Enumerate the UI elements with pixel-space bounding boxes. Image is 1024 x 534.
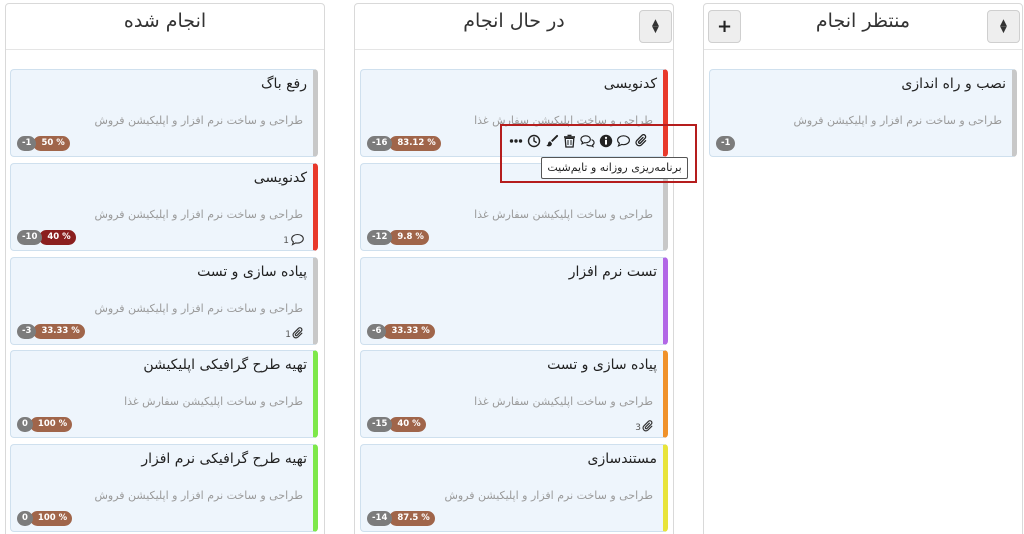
card-project: طراحی و ساخت اپلیکیشن سفارش غذا xyxy=(474,208,653,221)
progress-badge: 9.8 % xyxy=(389,230,429,245)
paperclip-icon xyxy=(292,327,305,340)
progress-badge: 40 % xyxy=(39,230,76,245)
comment-icon xyxy=(290,233,305,246)
task-card[interactable]: پیاده سازی و تست طراحی و ساخت نرم افزار … xyxy=(10,257,318,345)
column-header: انجام شده xyxy=(6,4,324,50)
tooltip: برنامه‌ریزی روزانه و تایم‌شیت xyxy=(541,157,688,179)
column-title: انجام شده xyxy=(123,10,207,32)
card-title: کدنویسی xyxy=(253,170,307,186)
card-title: نصب و راه اندازی xyxy=(901,76,1006,92)
card-badges: -15 40 % xyxy=(367,417,426,432)
attachment-count: 3 xyxy=(635,423,641,433)
sort-button[interactable]: ▲ ▼ xyxy=(639,10,672,43)
paperclip-icon xyxy=(642,420,655,433)
task-card[interactable]: تهیه طرح گرافیکی اپلیکیشن طراحی و ساخت ا… xyxy=(10,350,318,438)
card-title: تهیه طرح گرافیکی نرم افزار xyxy=(141,451,307,467)
card-badges: -10 40 % xyxy=(17,230,76,245)
progress-badge: 50 % xyxy=(33,136,70,151)
progress-badge: 100 % xyxy=(29,511,73,526)
card-project: طراحی و ساخت نرم افزار و اپلیکیشن فروش xyxy=(94,489,303,502)
card-badges: -1 50 % xyxy=(17,136,70,151)
days-badge: 0 xyxy=(17,417,33,432)
card-project: طراحی و ساخت نرم افزار و اپلیکیشن فروش xyxy=(94,302,303,315)
card-title: تهیه طرح گرافیکی اپلیکیشن xyxy=(143,357,307,373)
card-title: پیاده سازی و تست xyxy=(197,264,307,280)
card-meta: 1 xyxy=(285,327,305,340)
column-title: در حال انجام xyxy=(463,10,565,32)
days-badge: -3 xyxy=(17,324,37,339)
sort-icon: ▲ ▼ xyxy=(652,17,659,35)
card-badges: -12 9.8 % xyxy=(367,230,429,245)
progress-badge: 83.12 % xyxy=(389,136,441,151)
column-header: در حال انجام ▲ ▼ xyxy=(355,4,673,50)
card-badges: -6 33.33 % xyxy=(367,324,435,339)
progress-badge: 33.33 % xyxy=(383,324,435,339)
card-project: طراحی و ساخت اپلیکیشن سفارش غذا xyxy=(124,395,303,408)
task-card[interactable]: رفع باگ طراحی و ساخت نرم افزار و اپلیکیش… xyxy=(10,69,318,157)
task-card[interactable]: مستندسازی طراحی و ساخت نرم افزار و اپلیک… xyxy=(360,444,668,532)
card-badges: 0 100 % xyxy=(17,417,73,432)
card-meta: 1 xyxy=(283,233,305,246)
column-header: منتظر انجام + ▲ ▼ xyxy=(704,4,1022,50)
add-task-button[interactable]: + xyxy=(708,10,741,43)
days-badge: -10 xyxy=(17,230,43,245)
card-project: طراحی و ساخت نرم افزار و اپلیکیشن فروش xyxy=(444,489,653,502)
days-badge: 0 xyxy=(17,511,33,526)
card-badges: -14 87.5 % xyxy=(367,511,435,526)
task-card[interactable]: کدنویسی طراحی و ساخت نرم افزار و اپلیکیش… xyxy=(10,163,318,251)
days-badge: -1 xyxy=(17,136,37,151)
card-title: تست نرم افزار xyxy=(568,264,657,280)
card-badges: -1 xyxy=(716,136,736,151)
task-card[interactable]: پیاده سازی و تست طراحی و ساخت اپلیکیشن س… xyxy=(360,350,668,438)
card-project: طراحی و ساخت نرم افزار و اپلیکیشن فروش xyxy=(793,114,1002,127)
card-badges: 0 100 % xyxy=(17,511,73,526)
sort-icon: ▲ ▼ xyxy=(1000,17,1007,35)
card-title: پیاده سازی و تست xyxy=(547,357,657,373)
progress-badge: 87.5 % xyxy=(389,511,435,526)
days-badge: -1 xyxy=(716,136,736,151)
progress-badge: 33.33 % xyxy=(33,324,85,339)
card-badges: -3 33.33 % xyxy=(17,324,85,339)
days-badge: -6 xyxy=(367,324,387,339)
progress-badge: 40 % xyxy=(389,417,426,432)
days-badge: -14 xyxy=(367,511,393,526)
comment-count: 1 xyxy=(283,236,289,246)
days-badge: -15 xyxy=(367,417,393,432)
attachment-count: 1 xyxy=(285,330,291,340)
card-project: طراحی و ساخت اپلیکیشن سفارش غذا xyxy=(474,395,653,408)
days-badge: -12 xyxy=(367,230,393,245)
kanban-board: انجام شده در حال انجام ▲ ▼ منتظر انجام + … xyxy=(0,0,1024,534)
card-meta: 3 xyxy=(635,420,655,433)
days-badge: -16 xyxy=(367,136,393,151)
task-card[interactable]: نصب و راه اندازی طراحی و ساخت نرم افزار … xyxy=(709,69,1017,157)
card-badges: -16 83.12 % xyxy=(367,136,441,151)
card-title: رفع باگ xyxy=(260,76,307,92)
task-card[interactable]: تست نرم افزار -6 33.33 % xyxy=(360,257,668,345)
card-title: مستندسازی xyxy=(587,451,657,467)
progress-badge: 100 % xyxy=(29,417,73,432)
card-project: طراحی و ساخت نرم افزار و اپلیکیشن فروش xyxy=(94,208,303,221)
column-title: منتظر انجام xyxy=(815,10,911,32)
card-project: طراحی و ساخت نرم افزار و اپلیکیشن فروش xyxy=(94,114,303,127)
sort-button[interactable]: ▲ ▼ xyxy=(987,10,1020,43)
card-title: کدنویسی xyxy=(603,76,657,92)
task-card[interactable]: تهیه طرح گرافیکی نرم افزار طراحی و ساخت … xyxy=(10,444,318,532)
